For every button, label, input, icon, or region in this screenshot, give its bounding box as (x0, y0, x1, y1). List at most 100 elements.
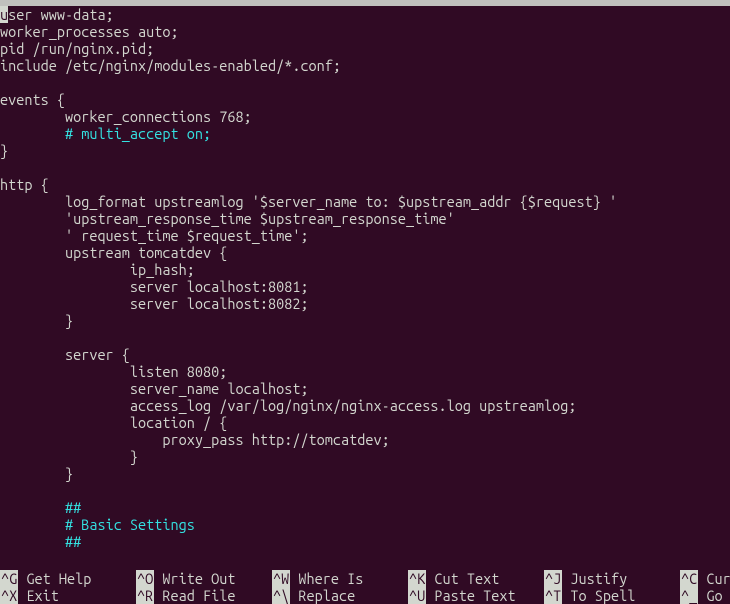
code-line: # multi_accept on; (0, 125, 730, 142)
shortcut-label: Where Is (290, 570, 363, 587)
shortcut-item[interactable]: ^\ Replace (272, 587, 408, 604)
code-line: access_log /var/log/nginx/nginx-access.l… (0, 397, 730, 414)
shortcut-item[interactable]: ^C Cur (680, 570, 730, 587)
shortcut-item[interactable]: ^G Get Help (0, 570, 136, 587)
code-line (0, 329, 730, 346)
shortcut-key: ^\ (272, 587, 290, 604)
shortcut-key: ^R (136, 587, 154, 604)
shortcut-item[interactable]: ^J Justify (544, 570, 680, 587)
code-line: location / { (0, 414, 730, 431)
code-line: events { (0, 91, 730, 108)
code-text: server { (0, 346, 130, 363)
code-text: include /etc/nginx/modules-enabled/*.con… (0, 57, 341, 74)
shortcut-label: Exit (18, 587, 59, 604)
shortcut-item[interactable]: ^O Write Out (136, 570, 272, 587)
shortcut-label: Write Out (154, 570, 235, 587)
code-line: upstream tomcatdev { (0, 244, 730, 261)
shortcut-key: ^K (408, 570, 426, 587)
code-text: } (0, 142, 8, 159)
code-line: } (0, 448, 730, 465)
code-text: } (0, 312, 73, 329)
code-text: server_name localhost; (0, 380, 309, 397)
code-line: } (0, 142, 730, 159)
code-text: upstream tomcatdev { (0, 244, 227, 261)
code-line: include /etc/nginx/modules-enabled/*.con… (0, 57, 730, 74)
code-line: pid /run/nginx.pid; (0, 40, 730, 57)
code-line: ## (0, 499, 730, 516)
code-line: worker_connections 768; (0, 108, 730, 125)
shortcut-label: Go (698, 587, 730, 604)
code-line: server_name localhost; (0, 380, 730, 397)
shortcut-key: ^G (0, 570, 18, 587)
shortcut-item[interactable]: ^X Exit (0, 587, 136, 604)
code-line: 'upstream_response_time $upstream_respon… (0, 210, 730, 227)
code-line: ## (0, 533, 730, 550)
shortcut-key: ^O (136, 570, 154, 587)
shortcut-label: Cut Text (426, 570, 499, 587)
code-line: user www-data; (0, 6, 730, 23)
shortcut-label: Read File (154, 587, 235, 604)
code-comment: ## (65, 499, 81, 516)
code-line (0, 159, 730, 176)
code-text: ser www-data; (8, 6, 114, 23)
shortcut-key: ^C (680, 570, 698, 587)
shortcut-item[interactable]: ^K Cut Text (408, 570, 544, 587)
code-line: ip_hash; (0, 261, 730, 278)
shortcut-label: Paste Text (426, 587, 515, 604)
code-line (0, 74, 730, 91)
code-text (0, 516, 65, 533)
code-line: listen 8080; (0, 363, 730, 380)
shortcut-key: ^J (544, 570, 562, 587)
code-comment: ## (65, 533, 81, 550)
shortcut-label: Replace (290, 587, 355, 604)
code-text: } (0, 465, 73, 482)
code-line: ' request_time $request_time'; (0, 227, 730, 244)
shortcut-item[interactable]: ^R Read File (136, 587, 272, 604)
code-line: server localhost:8081; (0, 278, 730, 295)
shortcut-key: ^U (408, 587, 426, 604)
editor-area[interactable]: user www-data;worker_processes auto;pid … (0, 6, 730, 550)
shortcut-label: To Spell (562, 587, 635, 604)
code-text: access_log /var/log/nginx/nginx-access.l… (0, 397, 577, 414)
code-line: worker_processes auto; (0, 23, 730, 40)
shortcut-key: ^W (272, 570, 290, 587)
shortcut-item[interactable]: ^_ Go (680, 587, 730, 604)
code-line: } (0, 465, 730, 482)
code-text: server localhost:8082; (0, 295, 309, 312)
shortcut-key: ^X (0, 587, 18, 604)
shortcut-item[interactable]: ^W Where Is (272, 570, 408, 587)
shortcut-label: Cur (698, 570, 730, 587)
shortcut-key: ^_ (680, 587, 698, 604)
code-text: 'upstream_response_time $upstream_respon… (0, 210, 455, 227)
code-text: server localhost:8081; (0, 278, 309, 295)
code-comment: # multi_accept on; (65, 125, 211, 142)
code-text: worker_processes auto; (0, 23, 179, 40)
code-line (0, 482, 730, 499)
code-line: server localhost:8082; (0, 295, 730, 312)
code-text: location / { (0, 414, 227, 431)
shortcut-key: ^T (544, 587, 562, 604)
code-text: listen 8080; (0, 363, 227, 380)
code-text (0, 125, 65, 142)
code-text: proxy_pass http://tomcatdev; (0, 431, 390, 448)
code-text: events { (0, 91, 65, 108)
code-line: } (0, 312, 730, 329)
code-comment: # Basic Settings (65, 516, 195, 533)
shortcut-item[interactable]: ^T To Spell (544, 587, 680, 604)
code-line: server { (0, 346, 730, 363)
shortcut-label: Justify (562, 570, 627, 587)
code-text: } (0, 448, 138, 465)
code-line: proxy_pass http://tomcatdev; (0, 431, 730, 448)
code-text: ' request_time $request_time'; (0, 227, 309, 244)
shortcut-item[interactable]: ^U Paste Text (408, 587, 544, 604)
shortcut-row-2: ^X Exit^R Read File^\ Replace^U Paste Te… (0, 587, 730, 604)
code-text: pid /run/nginx.pid; (0, 40, 154, 57)
shortcut-bar: ^G Get Help^O Write Out^W Where Is^K Cut… (0, 570, 730, 604)
code-text: http { (0, 176, 49, 193)
code-text (0, 533, 65, 550)
code-text: log_format upstreamlog '$server_name to:… (0, 193, 617, 210)
code-text (0, 499, 65, 516)
shortcut-label: Get Help (18, 570, 91, 587)
code-line: log_format upstreamlog '$server_name to:… (0, 193, 730, 210)
shortcut-row-1: ^G Get Help^O Write Out^W Where Is^K Cut… (0, 570, 730, 587)
